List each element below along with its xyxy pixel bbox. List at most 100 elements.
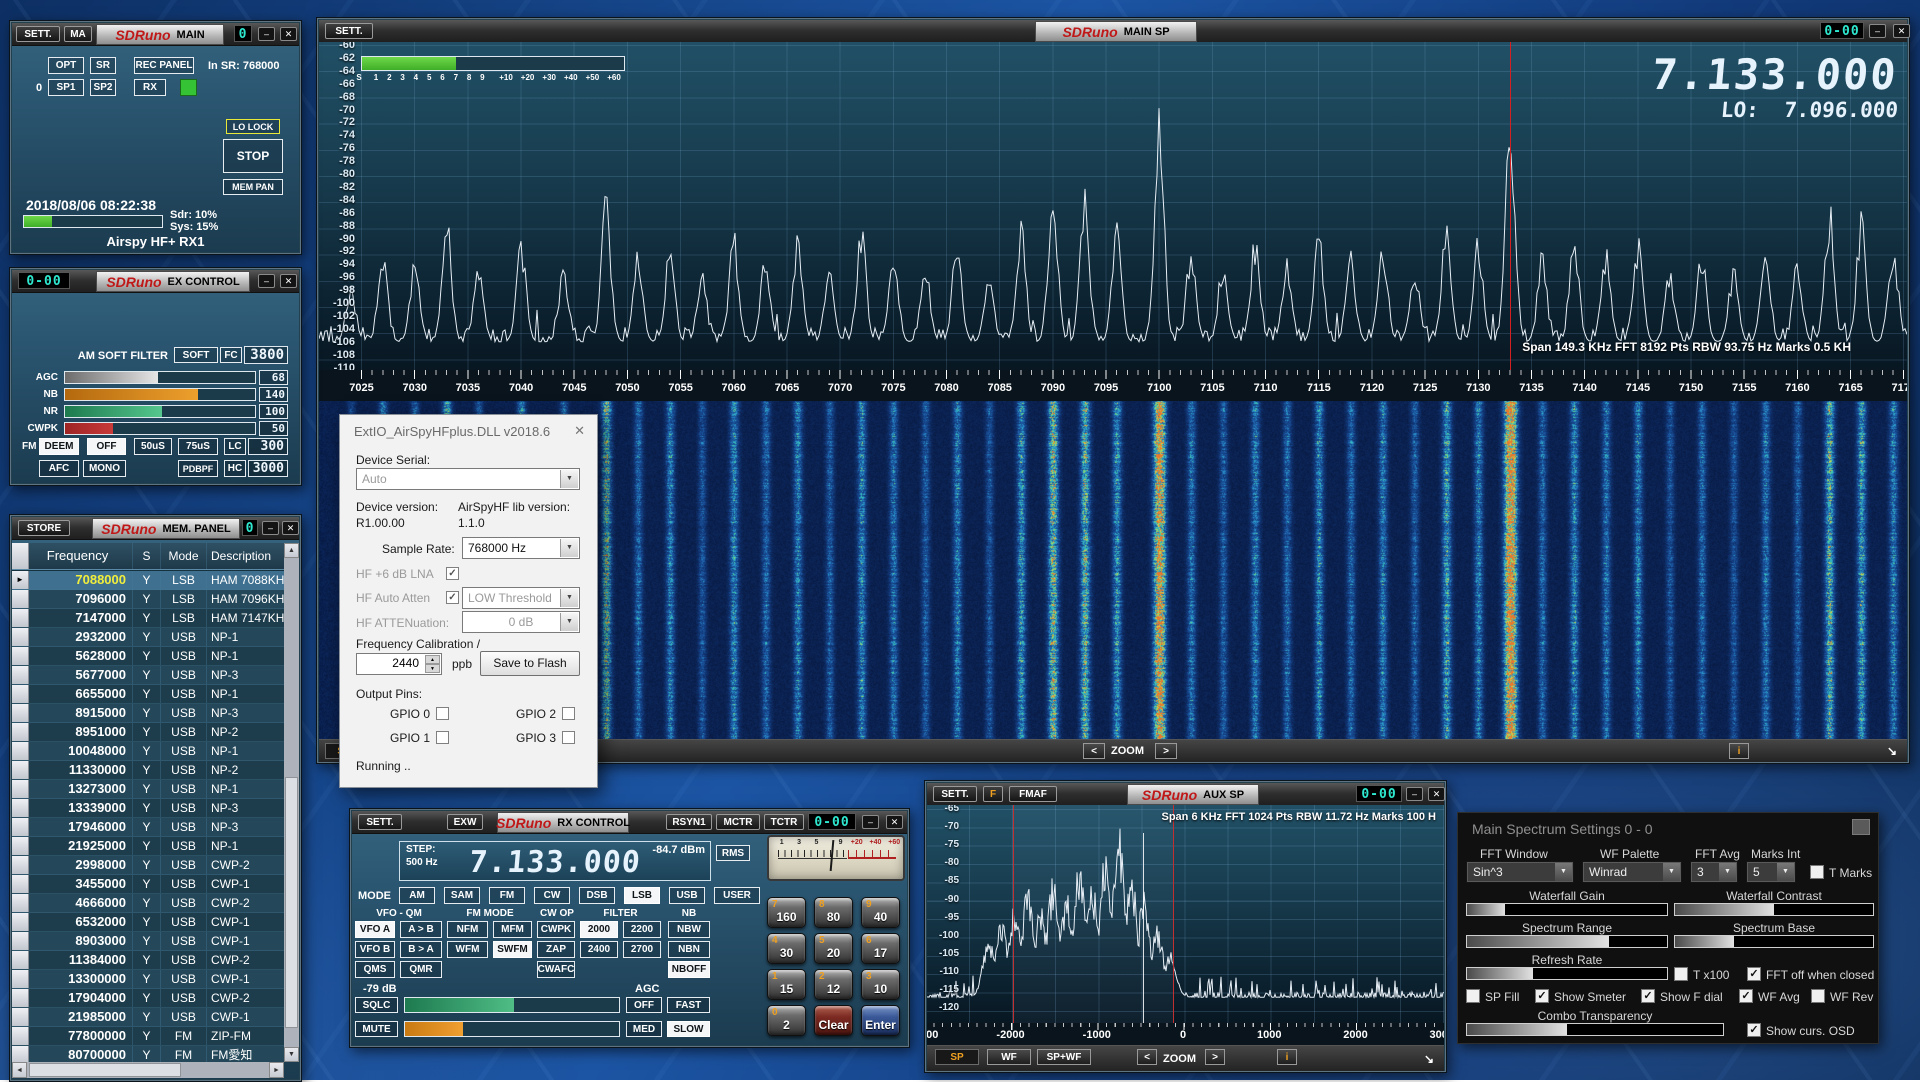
mem-table-row[interactable]: 13300000YUSBCWP-1 <box>12 970 284 989</box>
dropdown-icon[interactable]: ▼ <box>1719 863 1736 881</box>
close-icon[interactable]: ✕ <box>1893 24 1910 38</box>
exw-button[interactable]: EXW <box>447 814 483 830</box>
mem-table-header[interactable]: Frequency S Mode Description <box>12 543 284 570</box>
main-ma-button[interactable]: MA <box>64 26 92 42</box>
rx-btn-mfm[interactable]: MFM <box>493 921 532 938</box>
show-f-dial-checkbox[interactable]: ✓ <box>1641 989 1655 1003</box>
opt-button[interactable]: OPT <box>48 57 84 74</box>
rx-btn-qmr[interactable]: QMR <box>400 961 442 978</box>
dropdown-icon[interactable]: ▼ <box>560 589 578 607</box>
numpad-key-30[interactable]: 430 <box>767 933 806 964</box>
lc-button[interactable]: LC <box>224 438 246 455</box>
device-serial-select[interactable]: Auto▼ <box>356 468 580 490</box>
mem-table-row[interactable]: 77800000YFMZIP-FM <box>12 1027 284 1046</box>
rx-btn-cwpk[interactable]: CWPK <box>537 921 575 938</box>
rx-mode-cw[interactable]: CW <box>534 887 570 904</box>
rx-btn-zap[interactable]: ZAP <box>537 941 575 958</box>
rx-control-title[interactable]: SDRuno RX CONTROL <box>497 812 629 833</box>
main-sp-title[interactable]: SDRuno MAIN SP <box>1035 21 1197 42</box>
numpad-key-12[interactable]: 212 <box>814 969 853 1000</box>
volume-slider[interactable] <box>404 1021 620 1037</box>
dropdown-icon[interactable]: ▼ <box>560 470 578 488</box>
aux-settings-button[interactable]: SETT. <box>933 786 977 802</box>
numpad-key-clear[interactable]: Clear <box>814 1005 853 1036</box>
info-button[interactable]: i <box>1277 1049 1297 1065</box>
rx-mode-dsb[interactable]: DSB <box>579 887 615 904</box>
filter-edge-high[interactable] <box>1173 805 1174 1023</box>
rx-btn-nfm[interactable]: NFM <box>447 921 488 938</box>
lna-checkbox[interactable]: ✓ <box>446 567 459 580</box>
numpad-key-20[interactable]: 520 <box>814 933 853 964</box>
horizontal-scrollbar[interactable]: ◄ ► <box>12 1062 284 1078</box>
gpio0-checkbox[interactable]: ✓ <box>436 707 449 720</box>
mem-table-row[interactable]: 11330000YUSBNP-2 <box>12 761 284 780</box>
mem-table-row[interactable]: 80700000YFMFM愛知 <box>12 1046 284 1062</box>
afc-button[interactable]: AFC <box>39 460 79 477</box>
rms-button[interactable]: RMS <box>716 845 750 861</box>
resize-icon[interactable]: ↘ <box>1424 1052 1434 1066</box>
tctr-button[interactable]: TCTR <box>764 814 804 830</box>
mem-table-row[interactable]: 4666000YUSBCWP-2 <box>12 894 284 913</box>
calibration-spinner[interactable]: 2440 ▲ ▼ <box>356 653 442 675</box>
mem-table-row[interactable]: 11384000YUSBCWP-2 <box>12 951 284 970</box>
gpio3-checkbox[interactable]: ✓ <box>562 731 575 744</box>
numpad-key-15[interactable]: 115 <box>767 969 806 1000</box>
zoom-out-icon[interactable]: < <box>1083 743 1105 759</box>
save-to-flash-button[interactable]: Save to Flash <box>480 651 580 676</box>
scroll-down-icon[interactable]: ▼ <box>284 1047 299 1062</box>
mem-table-row[interactable]: 13339000YUSBNP-3 <box>12 799 284 818</box>
spin-up-icon[interactable]: ▲ <box>425 655 440 664</box>
rx-mode-sam[interactable]: SAM <box>444 887 480 904</box>
aux-spectrum-display[interactable]: -65-70-75-80-85-90-95-100-105-110-115-12… <box>927 805 1444 1023</box>
mem-table-row[interactable]: 7096000YLSBHAM 7096KHz <box>12 590 284 609</box>
dropdown-icon[interactable]: ▼ <box>560 539 578 557</box>
agc-off-button[interactable]: OFF <box>626 997 662 1013</box>
zoom-in-icon[interactable]: > <box>1205 1049 1225 1065</box>
rx-mode-user[interactable]: USER <box>714 887 760 904</box>
spectrum-range-slider[interactable] <box>1466 935 1668 948</box>
store-button[interactable]: STORE <box>18 520 70 536</box>
zoom-out-icon[interactable]: < <box>1137 1049 1157 1065</box>
vertical-scrollbar[interactable]: ▲ ▼ <box>284 543 299 1062</box>
mem-table-row[interactable]: 6655000YUSBNP-1 <box>12 685 284 704</box>
column-header-s[interactable]: S <box>133 543 161 569</box>
main-title[interactable]: SDRuno MAIN <box>96 24 224 45</box>
mem-table-row[interactable]: 13273000YUSBNP-1 <box>12 780 284 799</box>
t-x100-checkbox[interactable]: ✓ <box>1674 967 1688 981</box>
dropdown-icon[interactable]: ▼ <box>1555 863 1572 881</box>
numpad-key-40[interactable]: 940 <box>861 897 900 928</box>
lo-lock-button[interactable]: LO LOCK <box>226 119 280 134</box>
frequency-scale[interactable]: 7025703070357040704570507055706070657070… <box>319 370 1907 401</box>
numpad-key-17[interactable]: 617 <box>861 933 900 964</box>
f-button[interactable]: F <box>983 786 1003 802</box>
agc-fast-button[interactable]: FAST <box>667 997 710 1013</box>
scrollbar-thumb[interactable] <box>285 777 298 1028</box>
mem-table-row[interactable]: 8951000YUSBNP-2 <box>12 723 284 742</box>
sp-wf-view-button[interactable]: SP+WF <box>1037 1049 1091 1065</box>
deem-button[interactable]: DEEM <box>39 438 79 455</box>
sr-button[interactable]: SR <box>90 57 116 74</box>
panel-button[interactable] <box>1852 819 1870 835</box>
numpad-key-80[interactable]: 880 <box>814 897 853 928</box>
dropdown-icon[interactable]: ▼ <box>1777 863 1794 881</box>
close-icon[interactable]: ✕ <box>1428 787 1445 801</box>
mem-pan-button[interactable]: MEM PAN <box>223 179 283 195</box>
threshold-select[interactable]: LOW Threshold▼ <box>462 587 580 609</box>
info-button[interactable]: i <box>1729 743 1749 759</box>
numpad-key-160[interactable]: 7160 <box>767 897 806 928</box>
wf-view-button[interactable]: WF <box>987 1049 1031 1065</box>
rx-mode-am[interactable]: AM <box>399 887 435 904</box>
attenuation-select[interactable]: 0 dB▼ <box>462 611 580 633</box>
sp2-button[interactable]: SP2 <box>90 79 116 96</box>
gpio1-checkbox[interactable]: ✓ <box>436 731 449 744</box>
agc-med-button[interactable]: MED <box>626 1021 662 1037</box>
deemphasis-50us-button[interactable]: 50uS <box>134 438 172 455</box>
ex-slider-nb[interactable] <box>64 388 256 401</box>
fft-avg-select[interactable]: 3▼ <box>1690 861 1738 883</box>
dropdown-icon[interactable]: ▼ <box>560 613 578 631</box>
mem-table-row[interactable]: 21925000YUSBNP-1 <box>12 837 284 856</box>
mono-button[interactable]: MONO <box>83 460 126 477</box>
wf-avg-checkbox[interactable]: ✓ <box>1739 989 1753 1003</box>
mem-title[interactable]: SDRuno MEM. PANEL <box>92 518 240 539</box>
rx-btn-a-b[interactable]: A > B <box>400 921 442 938</box>
